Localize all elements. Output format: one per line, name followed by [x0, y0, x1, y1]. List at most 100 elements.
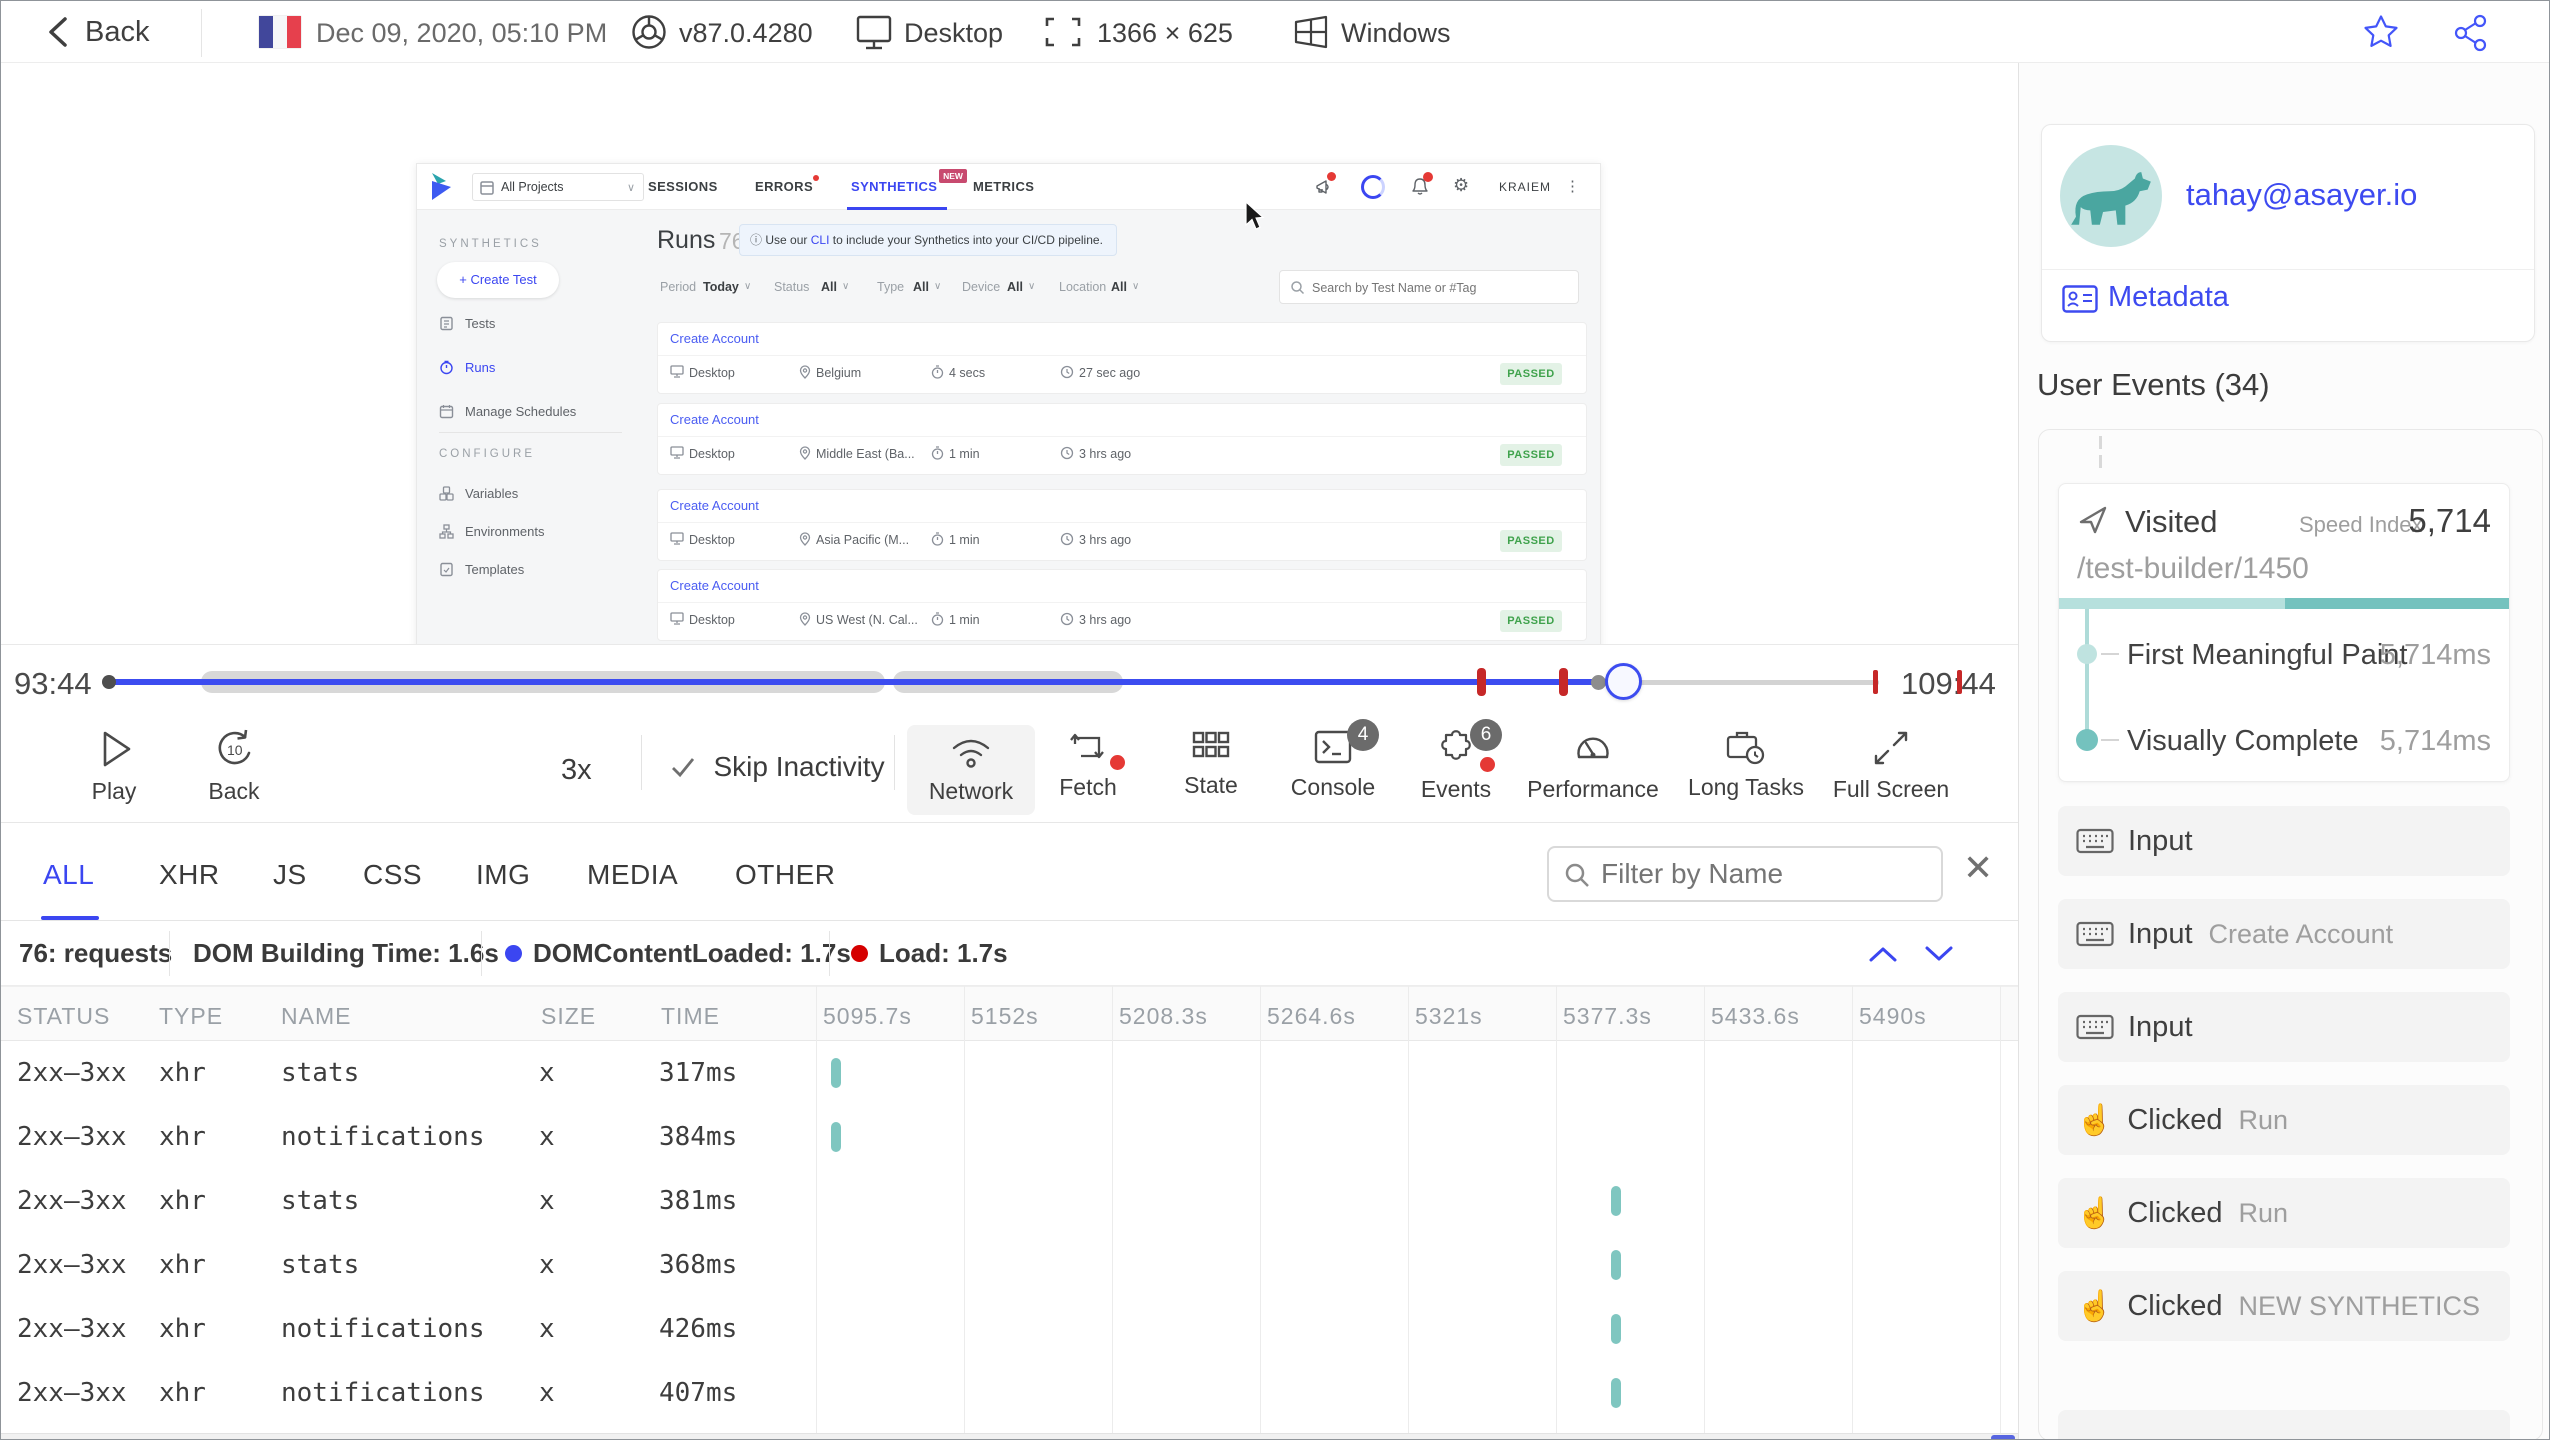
- tab-media[interactable]: MEDIA: [587, 859, 678, 891]
- event-item-clicked[interactable]: ☝ Clicked Run: [2058, 1178, 2510, 1248]
- fetch-alert-dot: [1110, 755, 1125, 770]
- run-device: Desktop: [689, 366, 735, 380]
- error-marker[interactable]: [1477, 668, 1486, 696]
- play-button[interactable]: Play: [64, 727, 164, 815]
- run-card[interactable]: Create Account Desktop US West (N. Cal..…: [657, 569, 1587, 641]
- tab-all[interactable]: ALL: [43, 859, 94, 891]
- panel-button-events[interactable]: 6 Events: [1386, 719, 1526, 815]
- panel-button-state[interactable]: State: [1141, 727, 1281, 815]
- run-ago: 3 hrs ago: [1079, 533, 1132, 547]
- request-row[interactable]: 2xx–3xx xhr stats x 317ms: [1, 1041, 2018, 1105]
- col-name: NAME: [281, 1003, 352, 1029]
- tab-other[interactable]: OTHER: [735, 859, 836, 891]
- errors-notification-dot: [813, 175, 819, 181]
- jump-up-icon[interactable]: [1863, 941, 1903, 967]
- sidebar-item-tests[interactable]: Tests: [465, 316, 495, 331]
- share-icon[interactable]: [2451, 13, 2493, 53]
- event-item-input[interactable]: Input Create Account: [2058, 899, 2510, 969]
- tab-js[interactable]: JS: [273, 859, 307, 891]
- event-item-input[interactable]: Input: [2058, 992, 2510, 1062]
- run-title-link[interactable]: Create Account: [670, 498, 759, 513]
- run-card[interactable]: Create Account Desktop Asia Pacific (M..…: [657, 489, 1587, 561]
- request-timeline-mark: [1611, 1250, 1621, 1280]
- tab-img[interactable]: IMG: [476, 859, 530, 891]
- run-title-link[interactable]: Create Account: [670, 578, 759, 593]
- visited-event-card[interactable]: Visited Speed Index 5,714 /test-builder/…: [2058, 483, 2510, 782]
- run-card[interactable]: Create Account Desktop Middle East (Ba..…: [657, 403, 1587, 475]
- tab-css[interactable]: CSS: [363, 859, 422, 891]
- run-title-link[interactable]: Create Account: [670, 412, 759, 427]
- skip-inactivity-toggle[interactable]: Skip Inactivity: [669, 751, 885, 783]
- sidebar-item-templates[interactable]: Templates: [465, 562, 524, 577]
- panel-button-network[interactable]: Network: [907, 725, 1035, 815]
- project-selector[interactable]: All Projects ∨: [472, 173, 644, 201]
- app-tab-metrics[interactable]: METRICS: [973, 179, 1034, 194]
- panel-button-performance[interactable]: Performance: [1518, 727, 1668, 815]
- playhead-handle[interactable]: [1605, 663, 1642, 700]
- event-item-clicked[interactable]: ☝ Clicked NEW SYNTHETICS: [2058, 1271, 2510, 1341]
- filter-by-name-input[interactable]: [1601, 854, 1931, 894]
- error-marker[interactable]: [1957, 670, 1962, 694]
- tab-xhr[interactable]: XHR: [159, 859, 220, 891]
- filter-period[interactable]: Today: [703, 280, 739, 294]
- status-badge: PASSED: [1500, 444, 1562, 466]
- error-marker[interactable]: [1873, 670, 1878, 694]
- app-tab-sessions[interactable]: SESSIONS: [648, 179, 718, 194]
- panel-button-long-tasks[interactable]: Long Tasks: [1671, 727, 1821, 815]
- filter-type[interactable]: All: [913, 280, 929, 294]
- run-title-link[interactable]: Create Account: [670, 331, 759, 346]
- desktop-icon: [670, 612, 684, 625]
- timeline-progress[interactable]: [109, 679, 1623, 685]
- request-row[interactable]: 2xx–3xx xhr stats x 381ms: [1, 1169, 2018, 1233]
- network-tabs-bar: ALL XHR JS CSS IMG MEDIA OTHER ✕: [1, 823, 2018, 921]
- app-tab-synthetics[interactable]: SYNTHETICS: [851, 179, 937, 194]
- filter-status[interactable]: All: [821, 280, 837, 294]
- cli-link[interactable]: CLI: [811, 233, 830, 247]
- banner-text: Use our: [765, 233, 808, 247]
- horizontal-scrollbar[interactable]: [1, 1433, 2018, 1439]
- sidebar-item-variables[interactable]: Variables: [465, 486, 518, 501]
- sidebar-item-runs[interactable]: Runs: [465, 360, 495, 375]
- panel-button-full-screen[interactable]: Full Screen: [1816, 727, 1966, 815]
- request-row[interactable]: 2xx–3xx xhr notifications x 426ms: [1, 1297, 2018, 1361]
- request-row[interactable]: 2xx–3xx xhr stats x 368ms: [1, 1233, 2018, 1297]
- session-date: Dec 09, 2020, 05:10 PM: [316, 18, 608, 48]
- jump-down-icon[interactable]: [1919, 941, 1959, 967]
- event-item-partial[interactable]: [2058, 1410, 2510, 1439]
- metadata-button[interactable]: Metadata: [2062, 281, 2362, 325]
- gear-icon[interactable]: ⚙: [1453, 175, 1469, 196]
- app-search-input[interactable]: [1312, 275, 1572, 301]
- panel-button-fetch[interactable]: Fetch: [1018, 727, 1158, 815]
- event-item-input[interactable]: Input: [2058, 806, 2510, 876]
- event-type: Clicked: [2127, 1196, 2223, 1229]
- announcements-badge: [1327, 172, 1336, 181]
- close-panel-icon[interactable]: ✕: [1963, 847, 1993, 889]
- request-row[interactable]: 2xx–3xx xhr notifications x 407ms: [1, 1361, 2018, 1425]
- run-card[interactable]: Create Account Desktop Belgium 4 secs 27…: [657, 322, 1587, 394]
- sidebar-item-manage-schedules[interactable]: Manage Schedules: [465, 404, 576, 419]
- speed-toggle[interactable]: 3x: [561, 754, 592, 787]
- favorite-star-icon[interactable]: [2361, 13, 2401, 53]
- filter-device[interactable]: All: [1007, 280, 1023, 294]
- event-item-clicked[interactable]: ☝ Clicked Run: [2058, 1085, 2510, 1155]
- run-duration: 4 secs: [949, 366, 986, 380]
- long-tasks-label: Long Tasks: [1688, 774, 1804, 800]
- app-tab-errors[interactable]: ERRORS: [755, 179, 813, 194]
- panel-button-console[interactable]: 4 Console: [1263, 719, 1403, 815]
- error-marker[interactable]: [1559, 668, 1568, 696]
- cell-name: notifications: [281, 1378, 485, 1408]
- filter-box[interactable]: [1547, 846, 1943, 902]
- back-button[interactable]: Back: [45, 13, 185, 53]
- request-row[interactable]: 2xx–3xx xhr notifications x 384ms: [1, 1105, 2018, 1169]
- event-marker[interactable]: [1591, 675, 1606, 690]
- sidebar-item-environments[interactable]: Environments: [465, 524, 544, 539]
- kebab-menu-icon[interactable]: ⋮: [1565, 177, 1580, 195]
- scrollbar-thumb[interactable]: [1991, 1435, 2015, 1439]
- os-name: Windows: [1341, 18, 1451, 48]
- app-search-box[interactable]: [1279, 270, 1579, 304]
- create-test-button[interactable]: + Create Test: [437, 262, 559, 298]
- card-divider: [658, 436, 1586, 437]
- filter-location[interactable]: All: [1111, 280, 1127, 294]
- back-10s-button[interactable]: 10 Back: [184, 727, 284, 815]
- user-menu[interactable]: KRAIEM: [1499, 180, 1551, 194]
